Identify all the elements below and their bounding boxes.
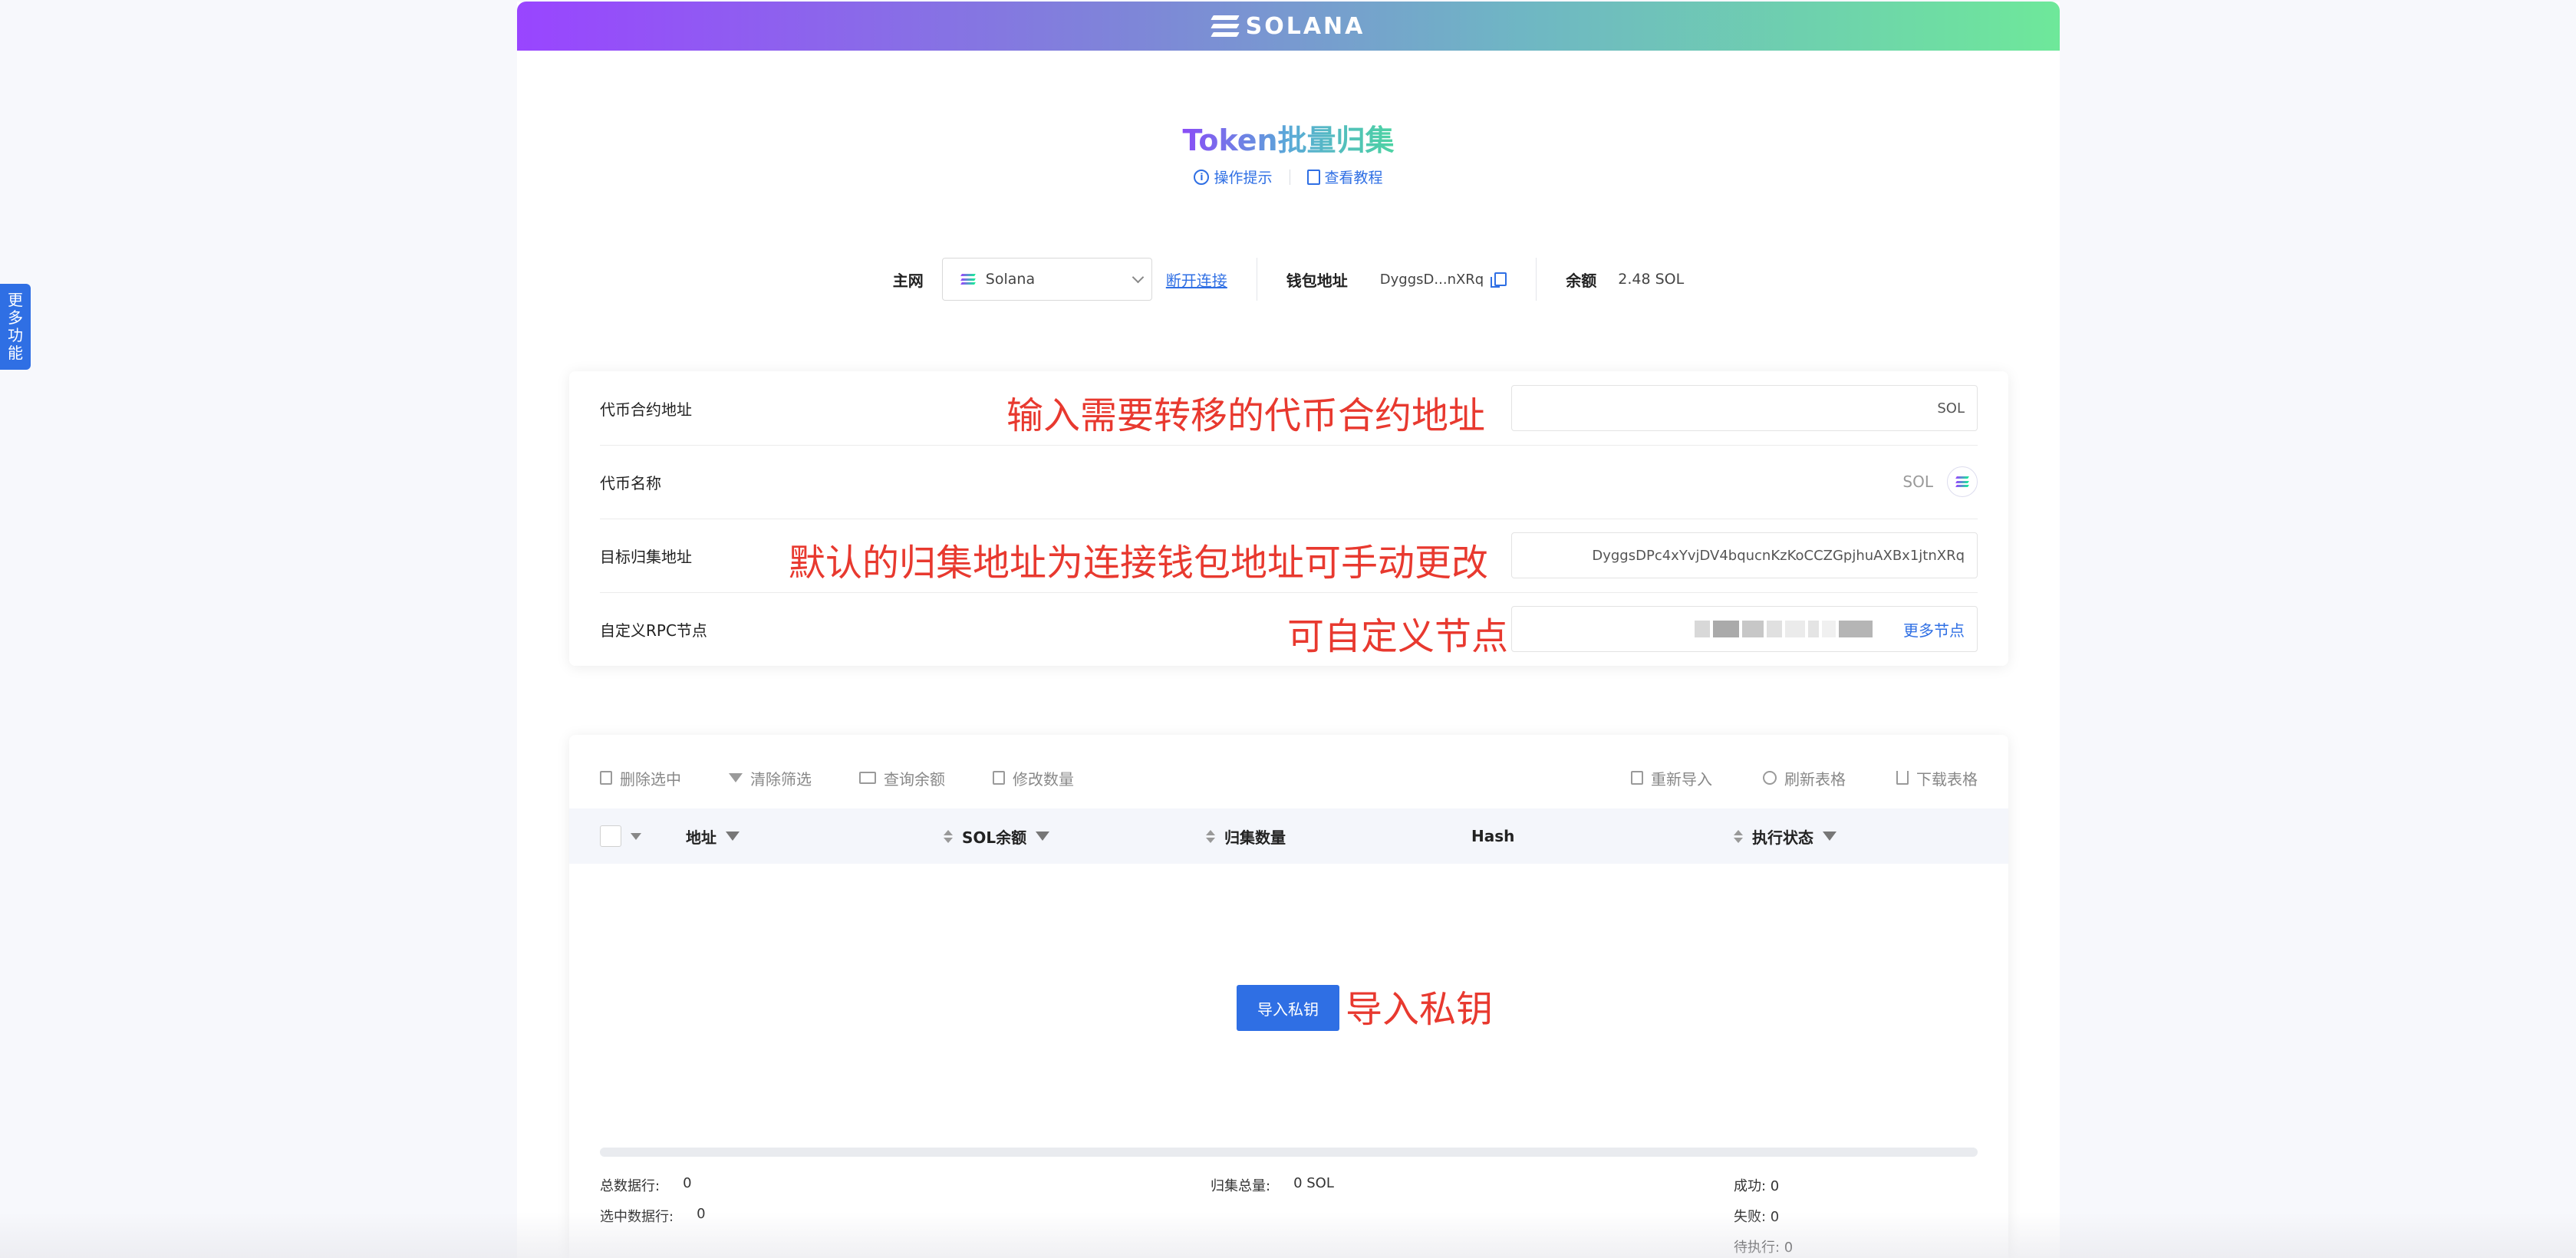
solana-banner: SOLANA bbox=[517, 2, 2060, 51]
contract-address-label: 代币合约地址 bbox=[600, 400, 692, 419]
copy-icon[interactable] bbox=[1491, 272, 1507, 288]
contract-suffix: SOL bbox=[1937, 400, 1965, 417]
query-balance-button[interactable]: 查询余额 bbox=[859, 767, 945, 789]
more-nodes-link[interactable]: 更多节点 bbox=[1903, 618, 1965, 641]
network-select[interactable]: Solana bbox=[941, 258, 1152, 301]
token-form-card: 代币合约地址 输入需要转移的代币合约地址 SOL 代币名称 SOL 目标归集地址… bbox=[569, 371, 2008, 666]
contract-address-row: 代币合约地址 输入需要转移的代币合约地址 SOL bbox=[600, 371, 1978, 446]
target-address-row: 目标归集地址 默认的归集地址为连接钱包地址可手动更改 DyggsDPc4xYvj… bbox=[600, 519, 1978, 593]
select-all-checkbox[interactable] bbox=[600, 825, 621, 847]
caret-down-icon[interactable] bbox=[631, 832, 641, 840]
refresh-table-button[interactable]: 刷新表格 bbox=[1763, 767, 1846, 789]
solana-logo-icon bbox=[1210, 15, 1240, 37]
sort-icon[interactable] bbox=[1206, 829, 1215, 843]
view-tutorial-link[interactable]: 查看教程 bbox=[1306, 166, 1383, 187]
import-annotation: 导入私钥 bbox=[1346, 988, 1494, 1031]
edit-icon bbox=[993, 771, 1005, 785]
balance-label: 余额 bbox=[1566, 271, 1597, 290]
network-label: 主网 bbox=[892, 271, 924, 290]
hint-row: i 操作提示 查看教程 bbox=[517, 166, 2060, 187]
solana-logo-text: SOLANA bbox=[1245, 12, 1365, 40]
balance-value: 2.48 SOL bbox=[1618, 271, 1685, 288]
table-toolbar: 删除选中 清除筛选 查询余额 修改数量 重新导入 刷新表格 下载表格 bbox=[600, 762, 1978, 793]
more-features-tab[interactable]: 更 多 功 能 bbox=[0, 284, 31, 370]
contract-annotation: 输入需要转移的代币合约地址 bbox=[1006, 394, 1486, 437]
solana-token-icon bbox=[1947, 466, 1978, 497]
page-title: Token批量归集 bbox=[1182, 123, 1395, 157]
download-table-button[interactable]: 下载表格 bbox=[1896, 767, 1978, 789]
import-icon bbox=[1631, 771, 1643, 785]
horizontal-scrollbar[interactable] bbox=[600, 1148, 1978, 1157]
select-all-control[interactable] bbox=[600, 808, 641, 864]
main-page: SOLANA Token批量归集 i 操作提示 查看教程 主网 Solana 断… bbox=[517, 2, 2060, 1258]
wallet-icon bbox=[859, 772, 876, 784]
failed-stat: 失败: 0 bbox=[1734, 1209, 1780, 1225]
column-sol-balance[interactable]: SOL余额 bbox=[944, 808, 1050, 864]
pending-stat: 待执行: 0 bbox=[1734, 1240, 1794, 1256]
column-address: 地址 bbox=[686, 808, 740, 864]
import-private-key-button[interactable]: 导入私钥 bbox=[1237, 985, 1339, 1031]
rpc-node-input[interactable]: 更多节点 bbox=[1511, 606, 1978, 652]
rpc-redacted-value bbox=[1695, 621, 1873, 637]
column-collect-amount[interactable]: 归集数量 bbox=[1206, 808, 1286, 864]
toolbar-right: 重新导入 刷新表格 下载表格 bbox=[1580, 767, 1978, 789]
wallet-label: 钱包地址 bbox=[1286, 271, 1348, 290]
download-icon bbox=[1896, 771, 1909, 785]
network-bar: 主网 Solana 断开连接 钱包地址 DyggsD...nXRq 余额 2.4… bbox=[517, 256, 2060, 302]
operation-tips-link[interactable]: i 操作提示 bbox=[1194, 166, 1273, 187]
disconnect-link[interactable]: 断开连接 bbox=[1166, 268, 1227, 291]
sort-icon[interactable] bbox=[944, 829, 953, 843]
clear-filter-button[interactable]: 清除筛选 bbox=[729, 767, 812, 789]
wallet-address: DyggsD...nXRq bbox=[1379, 271, 1484, 288]
target-address-input[interactable]: DyggsDPc4xYvjDV4bqucnKzKoCCZGpjhuAXBx1jt… bbox=[1511, 532, 1978, 578]
table-header: 地址 SOL余额 归集数量 Hash 执行状态 bbox=[569, 808, 2008, 864]
column-hash: Hash bbox=[1471, 827, 1515, 845]
target-address-label: 目标归集地址 bbox=[600, 547, 692, 566]
filter-icon[interactable] bbox=[1823, 832, 1836, 841]
filter-icon[interactable] bbox=[726, 832, 740, 841]
sort-icon[interactable] bbox=[1734, 829, 1743, 843]
rpc-node-label: 自定义RPC节点 bbox=[600, 621, 707, 640]
selected-rows-stat: 选中数据行: 0 bbox=[600, 1206, 706, 1225]
column-status[interactable]: 执行状态 bbox=[1734, 808, 1836, 864]
token-name-display: SOL bbox=[1902, 466, 1978, 497]
trash-icon bbox=[600, 771, 612, 785]
refresh-icon bbox=[1763, 771, 1777, 785]
token-name-row: 代币名称 SOL bbox=[600, 445, 1978, 519]
target-annotation: 默认的归集地址为连接钱包地址可手动更改 bbox=[789, 542, 1489, 585]
collect-total-stat: 归集总量: 0 SOL bbox=[1211, 1175, 1334, 1194]
filter-icon[interactable] bbox=[1036, 832, 1050, 841]
solana-icon bbox=[960, 274, 976, 285]
total-rows-stat: 总数据行: 0 bbox=[600, 1175, 692, 1194]
info-icon: i bbox=[1194, 169, 1210, 185]
book-icon bbox=[1306, 169, 1320, 185]
delete-selected-button[interactable]: 删除选中 bbox=[600, 767, 681, 789]
token-name-label: 代币名称 bbox=[600, 473, 661, 492]
rpc-node-row: 自定义RPC节点 可自定义节点 更多节点 bbox=[600, 592, 1978, 666]
filter-clear-icon bbox=[729, 773, 743, 782]
edit-amount-button[interactable]: 修改数量 bbox=[993, 767, 1074, 789]
contract-address-input[interactable]: SOL bbox=[1511, 385, 1978, 431]
wallet-table-card: 删除选中 清除筛选 查询余额 修改数量 重新导入 刷新表格 下载表格 地址 SO… bbox=[569, 735, 2008, 1258]
reimport-button[interactable]: 重新导入 bbox=[1631, 767, 1712, 789]
success-stat: 成功: 0 bbox=[1734, 1178, 1780, 1194]
rpc-annotation: 可自定义节点 bbox=[1287, 615, 1509, 658]
chevron-down-icon bbox=[1132, 271, 1145, 283]
divider bbox=[1536, 258, 1537, 301]
